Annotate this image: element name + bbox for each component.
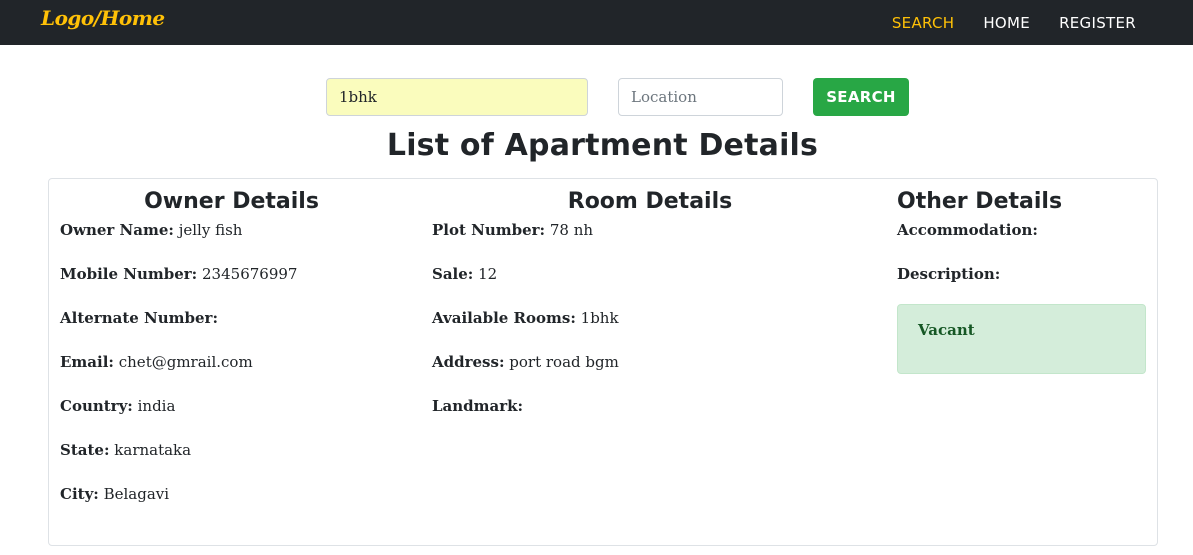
field-value: 1bhk: [580, 309, 619, 327]
field-label: Country:: [60, 397, 133, 415]
field-label: Landmark:: [432, 397, 524, 415]
field-label: City:: [60, 485, 99, 503]
other-details-heading: Other Details: [897, 189, 1063, 214]
navbar: Logo/Home SEARCH HOME REGISTER: [0, 0, 1193, 45]
field-label: Sale:: [432, 265, 474, 283]
field-value: 78 nh: [549, 221, 594, 239]
nav-link-register[interactable]: REGISTER: [1059, 14, 1136, 32]
brand-logo-link[interactable]: Logo/Home: [41, 6, 165, 30]
email-field: Email: chet@gmrail.com: [60, 352, 403, 372]
other-details-section: Other Details Accommodation: Description…: [897, 179, 1146, 374]
available-rooms-field: Available Rooms: 1bhk: [432, 308, 868, 328]
address-field: Address: port road bgm: [432, 352, 868, 372]
owner-details-heading: Owner Details: [144, 189, 319, 214]
location-input[interactable]: [618, 78, 783, 116]
owner-details-section: Owner Details Owner Name: jelly fish Mob…: [60, 179, 403, 504]
field-label: Accommodation:: [897, 221, 1038, 239]
vacancy-status-alert: Vacant: [897, 304, 1146, 374]
accommodation-field: Accommodation:: [897, 220, 1146, 240]
field-value: india: [137, 397, 176, 415]
nav-link-search[interactable]: SEARCH: [892, 14, 955, 32]
field-label: Available Rooms:: [432, 309, 576, 327]
field-value: port road bgm: [509, 353, 619, 371]
field-value: chet@gmrail.com: [118, 353, 253, 371]
field-label: Alternate Number:: [60, 309, 218, 327]
field-label: State:: [60, 441, 110, 459]
owner-name-field: Owner Name: jelly fish: [60, 220, 403, 240]
description-field: Description:: [897, 264, 1146, 284]
field-value: jelly fish: [178, 221, 243, 239]
sale-field: Sale: 12: [432, 264, 868, 284]
city-field: City: Belagavi: [60, 484, 403, 504]
state-field: State: karnataka: [60, 440, 403, 460]
field-value: karnataka: [114, 441, 192, 459]
room-details-section: Room Details Plot Number: 78 nh Sale: 12…: [432, 179, 868, 416]
field-label: Email:: [60, 353, 114, 371]
landmark-field: Landmark:: [432, 396, 868, 416]
apartment-card: Owner Details Owner Name: jelly fish Mob…: [48, 178, 1158, 546]
search-button[interactable]: SEARCH: [813, 78, 909, 116]
field-label: Address:: [432, 353, 505, 371]
field-label: Description:: [897, 265, 1001, 283]
field-label: Mobile Number:: [60, 265, 198, 283]
plot-number-field: Plot Number: 78 nh: [432, 220, 868, 240]
mobile-number-field: Mobile Number: 2345676997: [60, 264, 403, 284]
field-value: 12: [478, 265, 498, 283]
field-value: Belagavi: [103, 485, 170, 503]
nav-links: SEARCH HOME REGISTER: [863, 0, 1136, 45]
room-details-heading: Room Details: [567, 189, 733, 214]
alternate-number-field: Alternate Number:: [60, 308, 403, 328]
field-label: Owner Name:: [60, 221, 174, 239]
country-field: Country: india: [60, 396, 403, 416]
field-value: 2345676997: [202, 265, 298, 283]
field-label: Plot Number:: [432, 221, 546, 239]
page-title: List of Apartment Details: [386, 128, 819, 163]
search-query-input[interactable]: [326, 78, 588, 116]
nav-link-home[interactable]: HOME: [983, 14, 1030, 32]
